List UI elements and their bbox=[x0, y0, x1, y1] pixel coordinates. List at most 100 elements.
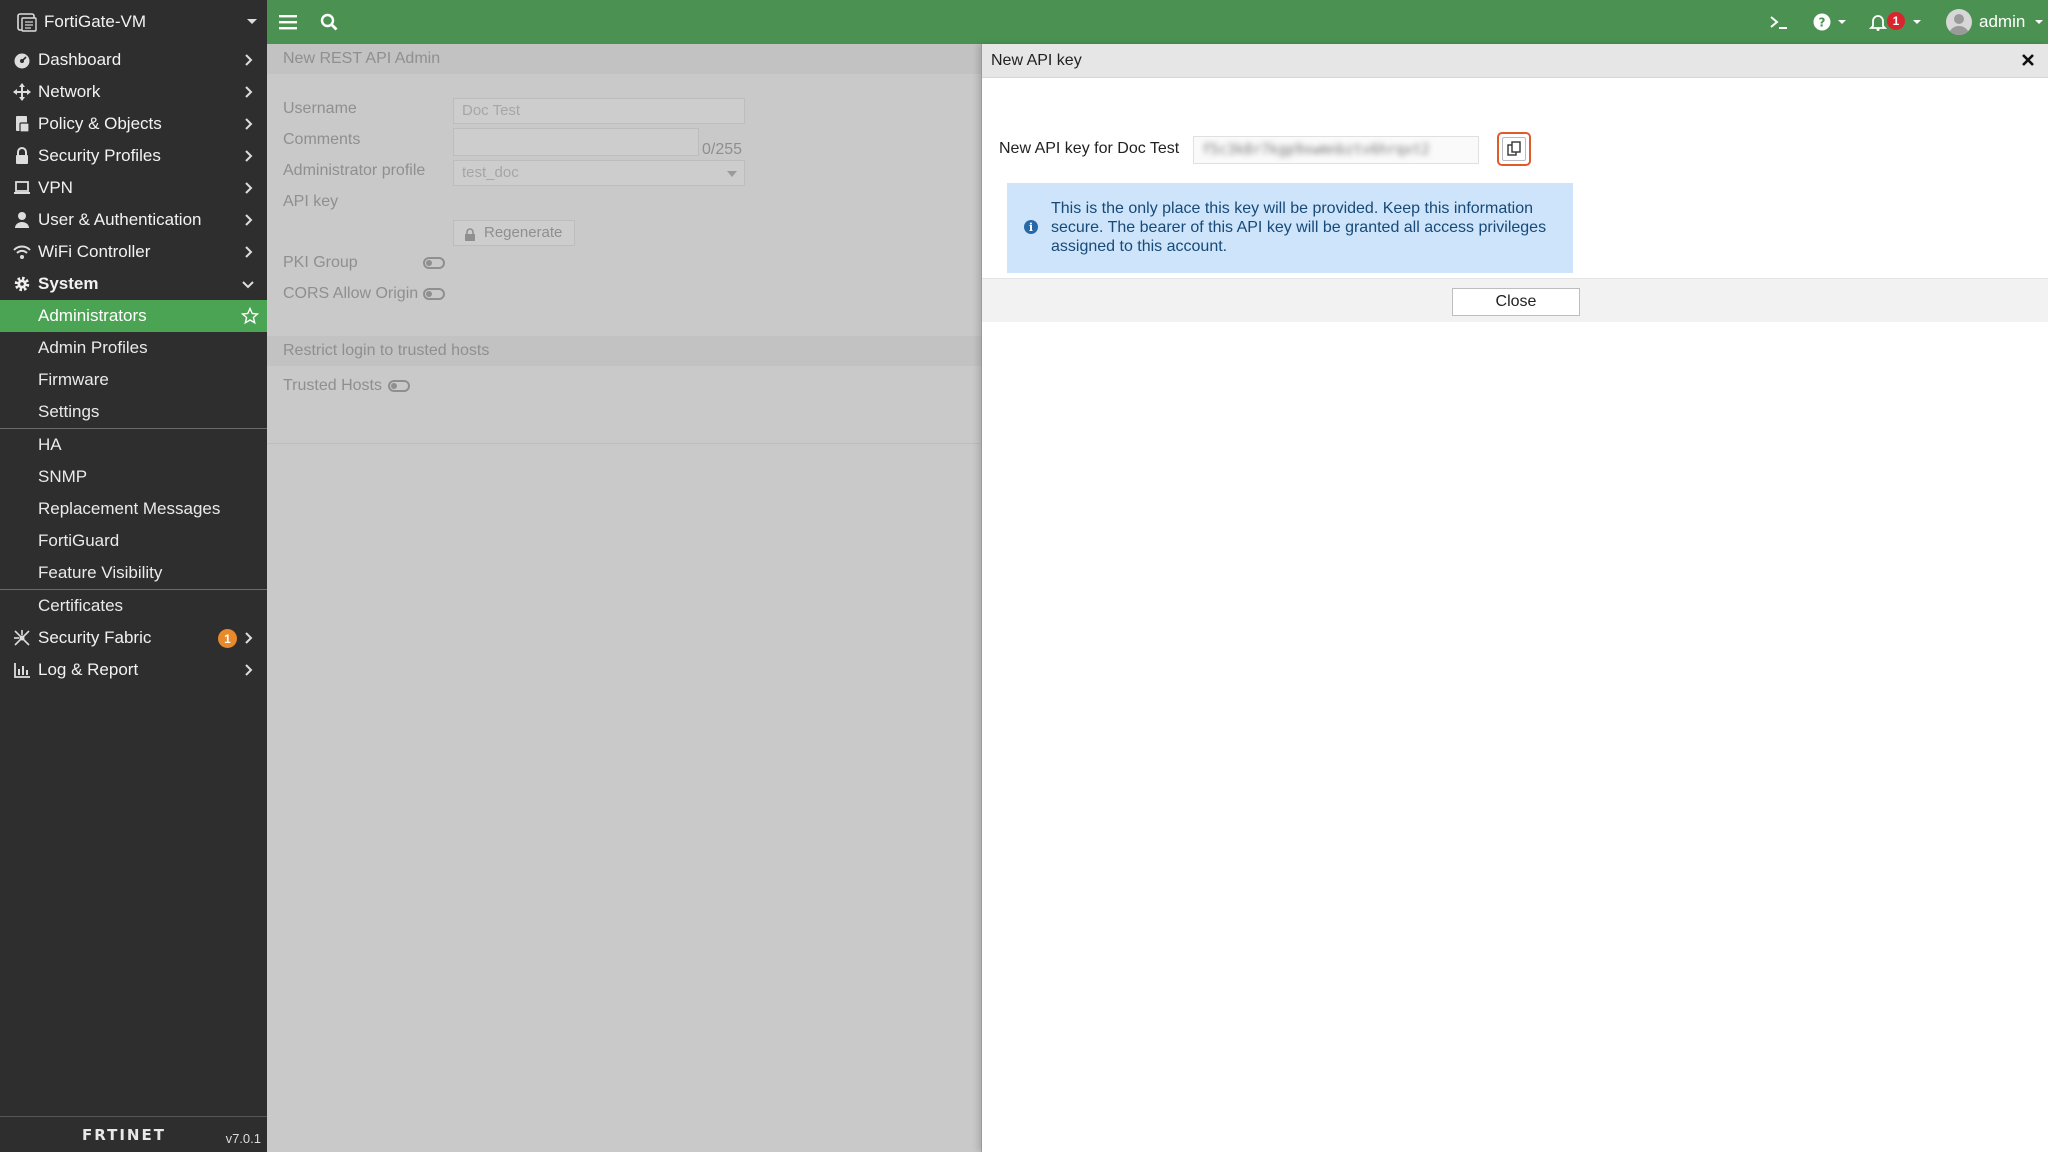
help-icon[interactable]: ? bbox=[1811, 11, 1833, 33]
form-panel: Username Doc Test Comments 0/255 Adminis… bbox=[267, 74, 981, 444]
chevron-right-icon bbox=[241, 53, 255, 67]
search-icon[interactable] bbox=[318, 11, 340, 33]
chevron-right-icon bbox=[241, 245, 255, 259]
svg-text:?: ? bbox=[1819, 16, 1826, 30]
sub-label: Certificates bbox=[38, 596, 124, 615]
notification-count-badge: 1 bbox=[1887, 12, 1905, 30]
sidebar-item-administrators[interactable]: Administrators bbox=[0, 300, 267, 332]
star-icon[interactable] bbox=[241, 307, 259, 325]
dashboard-icon bbox=[12, 50, 32, 70]
sub-label: Admin Profiles bbox=[38, 338, 148, 357]
info-icon: i bbox=[1024, 220, 1038, 234]
nav-label: Policy & Objects bbox=[38, 114, 162, 133]
nav-security-profiles[interactable]: Security Profiles bbox=[0, 140, 267, 172]
comments-field bbox=[453, 128, 699, 156]
sub-label: Feature Visibility bbox=[38, 563, 163, 582]
trusted-hosts-toggle bbox=[388, 380, 410, 392]
chevron-right-icon bbox=[241, 149, 255, 163]
chevron-down-icon bbox=[727, 171, 737, 177]
chevron-down-icon bbox=[247, 19, 257, 24]
chevron-right-icon bbox=[241, 85, 255, 99]
sidebar-item-fortiguard[interactable]: FortiGuard bbox=[0, 525, 267, 557]
sidebar-item-ha[interactable]: HA bbox=[0, 429, 267, 461]
trusted-hosts-label: Trusted Hosts bbox=[283, 377, 382, 394]
username-field: Doc Test bbox=[453, 98, 745, 124]
nav-system[interactable]: System bbox=[0, 268, 267, 300]
lock-icon bbox=[12, 146, 32, 166]
notification-badge: 1 bbox=[218, 629, 237, 648]
lock-icon bbox=[464, 226, 476, 250]
dialog-title: New API key bbox=[991, 52, 1082, 69]
chevron-right-icon bbox=[241, 663, 255, 677]
background-form: New REST API Admin Username Doc Test Com… bbox=[267, 44, 981, 1152]
nav-user-authentication[interactable]: User & Authentication bbox=[0, 204, 267, 236]
restrict-section-header: Restrict login to trusted hosts bbox=[267, 336, 981, 366]
device-name: FortiGate-VM bbox=[44, 12, 147, 31]
nav-label: Security Fabric bbox=[38, 628, 152, 647]
sub-label: HA bbox=[38, 435, 62, 454]
api-key-field[interactable]: f5c3k8r7kgp9xwmnbztv6hrqxt2 bbox=[1193, 136, 1479, 164]
nav-policy-objects[interactable]: Policy & Objects bbox=[0, 108, 267, 140]
chart-icon bbox=[12, 660, 32, 680]
gear-icon bbox=[12, 274, 32, 294]
nav-dashboard[interactable]: Dashboard bbox=[0, 44, 267, 76]
sidebar-item-settings[interactable]: Settings bbox=[0, 396, 267, 428]
laptop-icon bbox=[12, 178, 32, 198]
sidebar: FortiGate-VM Dashboard Network Policy & … bbox=[0, 0, 267, 1152]
network-icon bbox=[12, 82, 32, 102]
nav-label: Security Profiles bbox=[38, 146, 161, 165]
policy-icon bbox=[12, 114, 32, 134]
cors-label: CORS Allow Origin bbox=[283, 285, 419, 302]
fortinet-logo: FRTINET bbox=[82, 1126, 166, 1144]
comments-counter: 0/255 bbox=[702, 141, 743, 158]
nav-network[interactable]: Network bbox=[0, 76, 267, 108]
chevron-down-icon bbox=[2035, 20, 2043, 24]
pki-group-label: PKI Group bbox=[283, 254, 358, 271]
device-selector[interactable]: FortiGate-VM bbox=[0, 0, 267, 44]
user-menu[interactable]: admin bbox=[1979, 12, 2025, 32]
sub-label: Firmware bbox=[38, 370, 109, 389]
nav-vpn[interactable]: VPN bbox=[0, 172, 267, 204]
sidebar-item-feature-visibility[interactable]: Feature Visibility bbox=[0, 557, 267, 589]
nav-label: WiFi Controller bbox=[38, 242, 151, 261]
sidebar-item-certificates[interactable]: Certificates bbox=[0, 590, 267, 622]
hamburger-menu-icon[interactable] bbox=[277, 11, 299, 33]
regenerate-button: Regenerate bbox=[453, 220, 575, 246]
chevron-down-icon bbox=[1913, 20, 1921, 24]
new-api-key-dialog: New API key New API key for Doc Test f5c… bbox=[981, 44, 2048, 1152]
nav-log-report[interactable]: Log & Report bbox=[0, 654, 267, 686]
nav-label: User & Authentication bbox=[38, 210, 202, 229]
admin-profile-value: test_doc bbox=[462, 164, 519, 181]
bell-icon[interactable] bbox=[1867, 11, 1889, 33]
nav-wifi-controller[interactable]: WiFi Controller bbox=[0, 236, 267, 268]
cli-console-icon[interactable] bbox=[1768, 11, 1790, 33]
copy-to-clipboard-button[interactable] bbox=[1497, 132, 1531, 166]
sidebar-item-firmware[interactable]: Firmware bbox=[0, 364, 267, 396]
close-icon[interactable] bbox=[2020, 52, 2036, 68]
nav-label: VPN bbox=[38, 178, 73, 197]
version-label: v7.0.1 bbox=[225, 1131, 261, 1146]
info-text: This is the only place this key will be … bbox=[1051, 200, 1547, 255]
pki-group-toggle bbox=[423, 257, 445, 269]
chevron-right-icon bbox=[241, 181, 255, 195]
avatar[interactable] bbox=[1946, 9, 1972, 35]
chevron-right-icon bbox=[241, 631, 255, 645]
sidebar-item-snmp[interactable]: SNMP bbox=[0, 461, 267, 493]
copy-icon bbox=[1502, 137, 1526, 161]
regenerate-label: Regenerate bbox=[484, 224, 563, 241]
info-message: i This is the only place this key will b… bbox=[1007, 183, 1573, 273]
user-icon bbox=[12, 210, 32, 230]
sidebar-item-replacement-messages[interactable]: Replacement Messages bbox=[0, 493, 267, 525]
chevron-down-icon bbox=[241, 277, 255, 291]
sidebar-footer: FRTINET v7.0.1 bbox=[0, 1116, 267, 1152]
dialog-header: New API key bbox=[982, 44, 2048, 78]
server-icon bbox=[16, 11, 38, 33]
dialog-body: New API key for Doc Test f5c3k8r7kgp9xwm… bbox=[982, 78, 2048, 278]
username-label: Username bbox=[283, 100, 357, 117]
api-key-value: f5c3k8r7kgp9xwmnbztv6hrqxt2 bbox=[1202, 142, 1430, 158]
api-key-label: API key bbox=[283, 193, 339, 210]
sub-label: Administrators bbox=[38, 306, 147, 325]
close-button[interactable]: Close bbox=[1452, 288, 1580, 316]
sidebar-item-admin-profiles[interactable]: Admin Profiles bbox=[0, 332, 267, 364]
nav-security-fabric[interactable]: Security Fabric 1 bbox=[0, 622, 267, 654]
